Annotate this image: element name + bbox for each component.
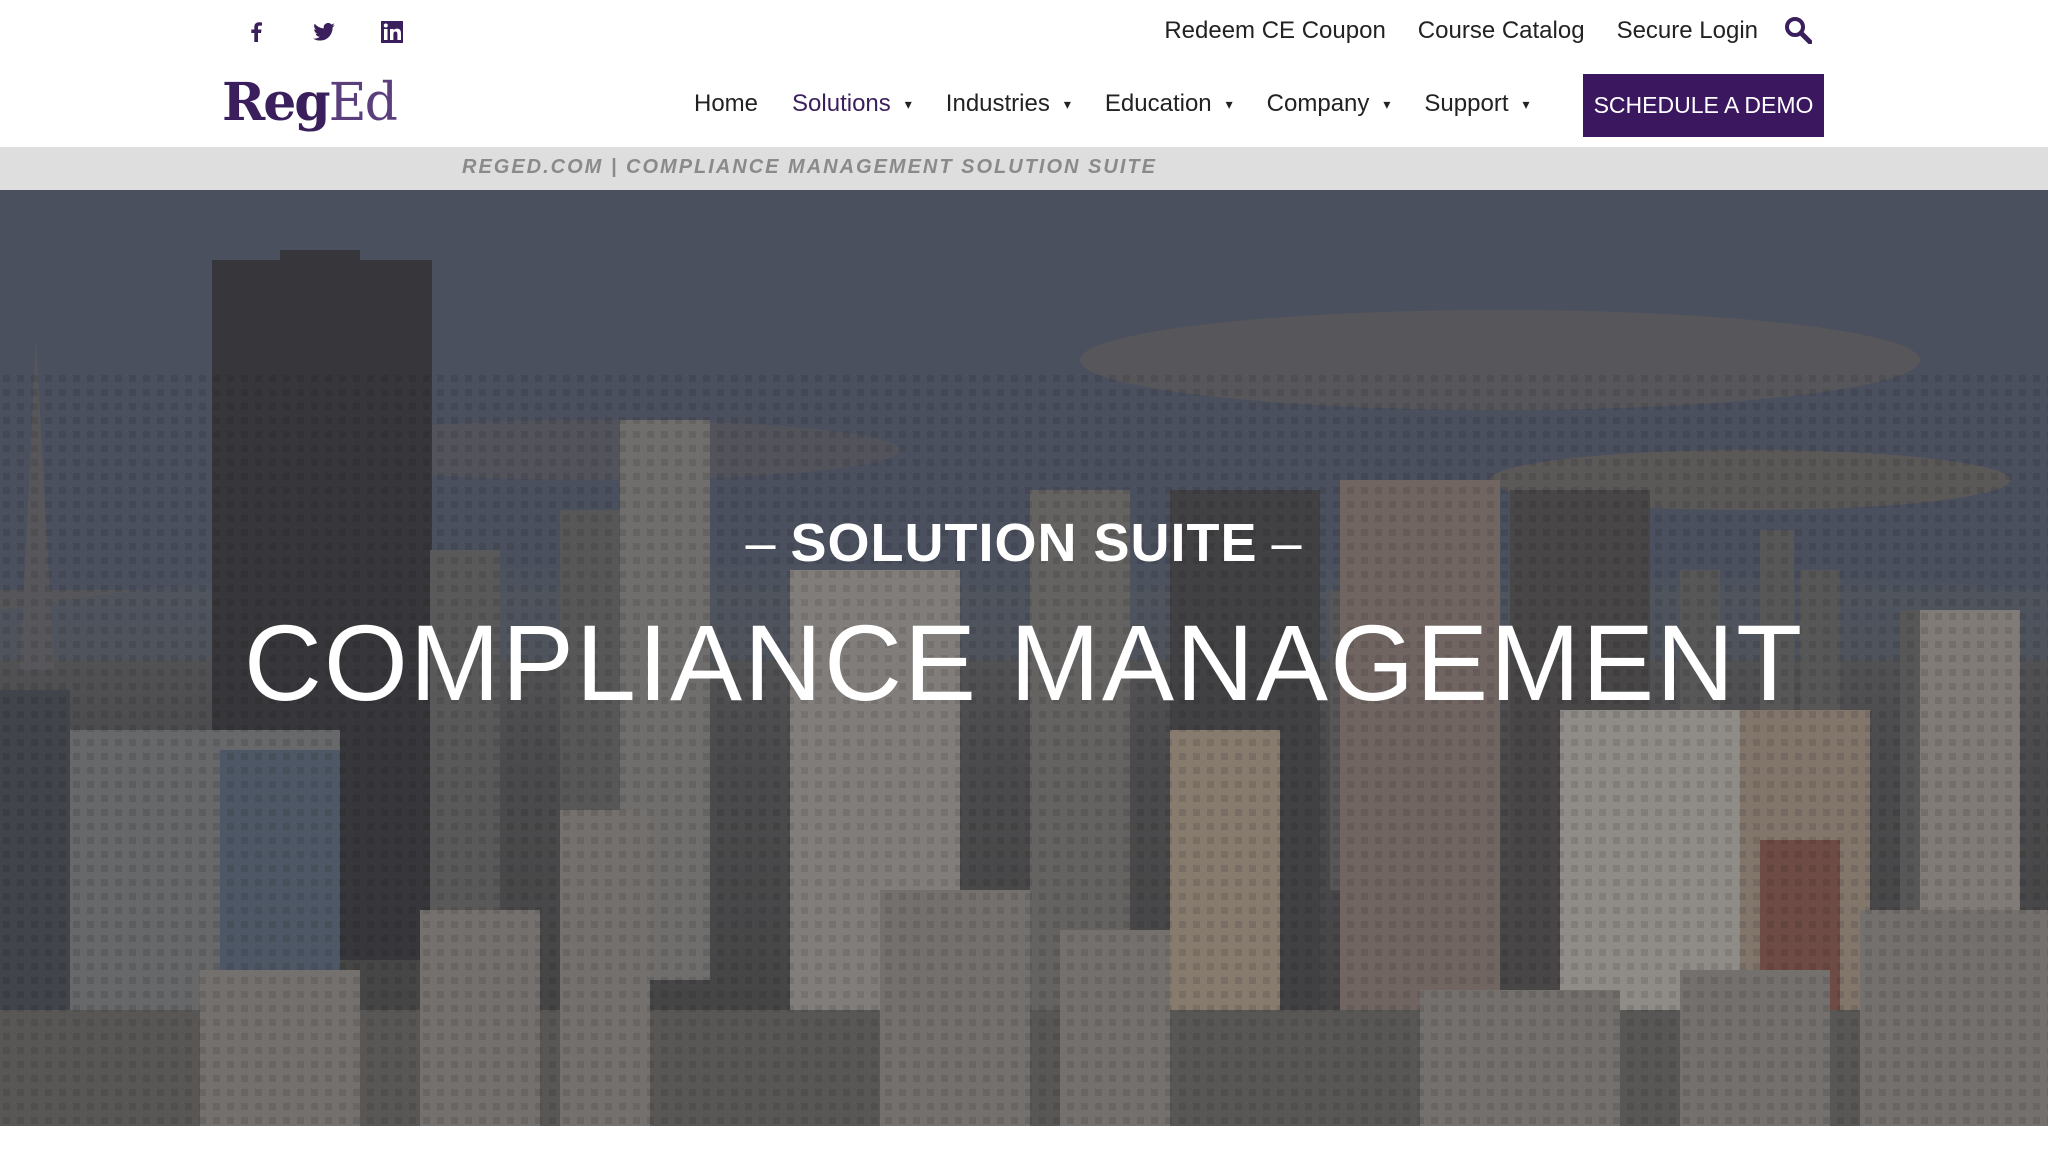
- linkedin-icon[interactable]: [374, 14, 410, 50]
- nav-label: Home: [694, 90, 759, 117]
- nav-item-industries[interactable]: Industries ▾: [946, 86, 1071, 122]
- nav-label: Company: [1266, 90, 1370, 117]
- dash-right: –: [1271, 513, 1303, 573]
- hero-title: COMPLIANCE MANAGEMENT: [243, 602, 1805, 723]
- nav-item-support[interactable]: Support ▾: [1424, 86, 1529, 122]
- chevron-down-icon: ▾: [1522, 96, 1530, 112]
- twitter-icon[interactable]: [306, 14, 342, 50]
- breadcrumb: REGED.COM | COMPLIANCE MANAGEMENT SOLUTI…: [0, 147, 2048, 190]
- nav-label: Support: [1424, 90, 1509, 117]
- secure-login-link[interactable]: Secure Login: [1617, 14, 1758, 48]
- dash-left: –: [745, 513, 777, 573]
- nav-item-solutions[interactable]: Solutions ▾: [792, 86, 912, 122]
- nav-item-education[interactable]: Education ▾: [1105, 86, 1233, 122]
- hero-subtitle-text: SOLUTION SUITE: [790, 513, 1258, 573]
- logo-ed: Ed: [328, 73, 398, 133]
- nav-label: Education: [1104, 90, 1212, 117]
- schedule-demo-button[interactable]: SCHEDULE A DEMO: [1583, 74, 1824, 137]
- chevron-down-icon: ▾: [1383, 96, 1391, 112]
- reged-logo[interactable]: RegEd: [222, 72, 398, 133]
- hero-banner: – SOLUTION SUITE – COMPLIANCE MANAGEMENT: [0, 190, 2048, 1126]
- utility-links: Redeem CE Coupon Course Catalog Secure L…: [1164, 14, 1758, 48]
- redeem-ce-coupon-link[interactable]: Redeem CE Coupon: [1164, 14, 1385, 48]
- facebook-icon[interactable]: [238, 14, 274, 50]
- chevron-down-icon: ▾: [1063, 96, 1071, 112]
- course-catalog-link[interactable]: Course Catalog: [1418, 14, 1585, 48]
- nav-item-company[interactable]: Company ▾: [1267, 86, 1391, 122]
- breadcrumb-text: REGED.COM | COMPLIANCE MANAGEMENT SOLUTI…: [462, 156, 1157, 178]
- hero-subtitle: – SOLUTION SUITE –: [0, 512, 2048, 574]
- utility-bar: Redeem CE Coupon Course Catalog Secure L…: [0, 0, 2048, 62]
- nav-item-home[interactable]: Home: [694, 86, 758, 122]
- search-icon[interactable]: [1784, 16, 1816, 48]
- nav-label: Industries: [945, 90, 1050, 117]
- chevron-down-icon: ▾: [1225, 96, 1233, 112]
- chevron-down-icon: ▾: [904, 96, 912, 112]
- social-links: [238, 14, 442, 50]
- logo-reg: Reg: [222, 72, 331, 133]
- nav-label: Solutions: [792, 90, 891, 117]
- main-nav: Home Solutions ▾ Industries ▾ Education …: [694, 86, 1564, 122]
